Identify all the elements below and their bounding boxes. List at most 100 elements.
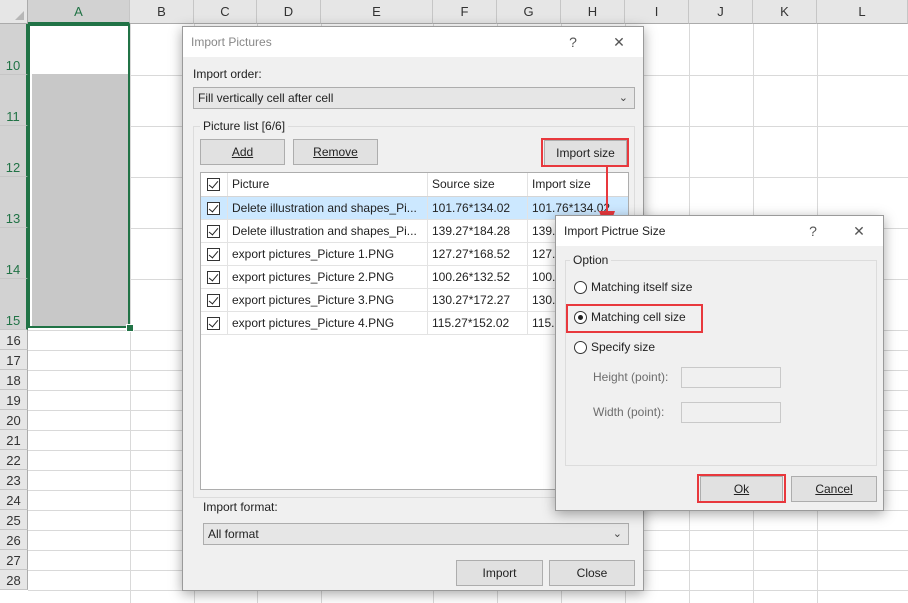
dialog-title: Import Pictrue Size: [564, 224, 666, 238]
row-header-18[interactable]: 18: [0, 370, 28, 390]
selected-range[interactable]: [28, 24, 130, 328]
row-header-22[interactable]: 22: [0, 450, 28, 470]
row-header-21[interactable]: 21: [0, 430, 28, 450]
matching-cell-size-label[interactable]: Matching cell size: [591, 310, 686, 324]
add-button-label: Add: [231, 145, 254, 159]
import-size-button[interactable]: Import size: [544, 140, 627, 166]
matching-cell-size-radio[interactable]: [574, 311, 587, 324]
matching-itself-size-label[interactable]: Matching itself size: [591, 280, 692, 294]
import-button[interactable]: Import: [456, 560, 543, 586]
width-label: Width (point):: [593, 405, 665, 419]
dialog-titlebar[interactable]: Import Pictrue Size ? ✕: [556, 216, 883, 246]
ok-button-label: Ok: [733, 482, 750, 496]
column-header-d[interactable]: D: [257, 0, 321, 24]
close-icon[interactable]: ✕: [849, 221, 869, 241]
column-header-l[interactable]: L: [817, 0, 908, 24]
row-header-13[interactable]: 13: [0, 177, 28, 228]
picture-name: Delete illustration and shapes_Pi...: [228, 197, 428, 219]
row-checkbox[interactable]: [207, 225, 220, 238]
matching-itself-size-radio[interactable]: [574, 281, 587, 294]
close-icon[interactable]: ✕: [609, 32, 629, 52]
width-input[interactable]: [681, 402, 781, 423]
row-checkbox[interactable]: [207, 294, 220, 307]
row-header-20[interactable]: 20: [0, 410, 28, 430]
row-checkbox[interactable]: [207, 271, 220, 284]
row-checkbox[interactable]: [207, 248, 220, 261]
import-format-dropdown[interactable]: All format ⌄: [203, 523, 629, 545]
picture-name: export pictures_Picture 1.PNG: [228, 243, 428, 265]
remove-button[interactable]: Remove: [293, 139, 378, 165]
cancel-button[interactable]: Cancel: [791, 476, 877, 502]
row-header-10[interactable]: 10: [0, 24, 28, 75]
filled-cells[interactable]: [32, 74, 128, 326]
ok-button[interactable]: Ok: [700, 476, 783, 502]
close-button[interactable]: Close: [549, 560, 635, 586]
row-checkbox-cell: [201, 220, 228, 242]
row-header-25[interactable]: 25: [0, 510, 28, 530]
help-icon[interactable]: ?: [563, 32, 583, 52]
row-header-19[interactable]: 19: [0, 390, 28, 410]
import-picture-size-dialog: Import Pictrue Size ? ✕ Option Matching …: [555, 215, 884, 511]
add-button[interactable]: Add: [200, 139, 285, 165]
row-header-28[interactable]: 28: [0, 570, 28, 590]
select-all-corner[interactable]: [0, 0, 28, 24]
picture-name: Delete illustration and shapes_Pi...: [228, 220, 428, 242]
row-header-15[interactable]: 15: [0, 279, 28, 330]
source-size: 130.27*172.27: [428, 289, 528, 311]
row-header-14[interactable]: 14: [0, 228, 28, 279]
option-label: Option: [570, 253, 612, 267]
column-header-i[interactable]: I: [625, 0, 689, 24]
row-header-24[interactable]: 24: [0, 490, 28, 510]
column-header-h[interactable]: H: [561, 0, 625, 24]
specify-size-label[interactable]: Specify size: [591, 340, 655, 354]
import-order-value: Fill vertically cell after cell: [198, 91, 334, 105]
row-checkbox[interactable]: [207, 202, 220, 215]
row-checkbox-cell: [201, 243, 228, 265]
height-label: Height (point):: [593, 370, 669, 384]
specify-size-radio[interactable]: [574, 341, 587, 354]
column-header-e[interactable]: E: [321, 0, 433, 24]
column-source-size[interactable]: Source size: [428, 173, 528, 196]
chevron-down-icon: ⌄: [612, 528, 622, 540]
select-all-checkbox[interactable]: [207, 178, 220, 191]
chevron-down-icon: ⌄: [618, 92, 628, 104]
column-import-size[interactable]: Import size: [528, 173, 628, 196]
row-checkbox-cell: [201, 266, 228, 288]
column-header-g[interactable]: G: [497, 0, 561, 24]
picture-name: export pictures_Picture 3.PNG: [228, 289, 428, 311]
fill-handle[interactable]: [126, 324, 134, 332]
row-header-17[interactable]: 17: [0, 350, 28, 370]
cancel-button-label: Cancel: [815, 482, 853, 496]
picture-list-label: Picture list [6/6]: [200, 119, 289, 133]
import-order-label: Import order:: [193, 67, 262, 81]
help-icon[interactable]: ?: [803, 221, 823, 241]
dialog-titlebar[interactable]: Import Pictures ? ✕: [183, 27, 643, 57]
source-size: 101.76*134.02: [428, 197, 528, 219]
dialog-title: Import Pictures: [191, 35, 272, 49]
column-header-a[interactable]: A: [28, 0, 130, 24]
row-header-16[interactable]: 16: [0, 330, 28, 350]
column-header-b[interactable]: B: [130, 0, 194, 24]
source-size: 139.27*184.28: [428, 220, 528, 242]
row-header-26[interactable]: 26: [0, 530, 28, 550]
import-order-dropdown[interactable]: Fill vertically cell after cell ⌄: [193, 87, 635, 109]
row-header-23[interactable]: 23: [0, 470, 28, 490]
remove-button-label: Remove: [313, 145, 358, 159]
column-header-c[interactable]: C: [194, 0, 257, 24]
picture-list-header: Picture Source size Import size: [201, 173, 628, 197]
column-picture[interactable]: Picture: [228, 173, 428, 196]
row-checkbox[interactable]: [207, 317, 220, 330]
row-checkbox-cell: [201, 197, 228, 219]
row-header-11[interactable]: 11: [0, 75, 28, 126]
picture-name: export pictures_Picture 2.PNG: [228, 266, 428, 288]
select-all-checkbox-cell[interactable]: [201, 173, 228, 196]
source-size: 115.27*152.02: [428, 312, 528, 334]
row-header-12[interactable]: 12: [0, 126, 28, 177]
height-input[interactable]: [681, 367, 781, 388]
grid-line: [130, 24, 131, 603]
row-header-27[interactable]: 27: [0, 550, 28, 570]
source-size: 127.27*168.52: [428, 243, 528, 265]
column-header-j[interactable]: J: [689, 0, 753, 24]
column-header-k[interactable]: K: [753, 0, 817, 24]
column-header-f[interactable]: F: [433, 0, 497, 24]
